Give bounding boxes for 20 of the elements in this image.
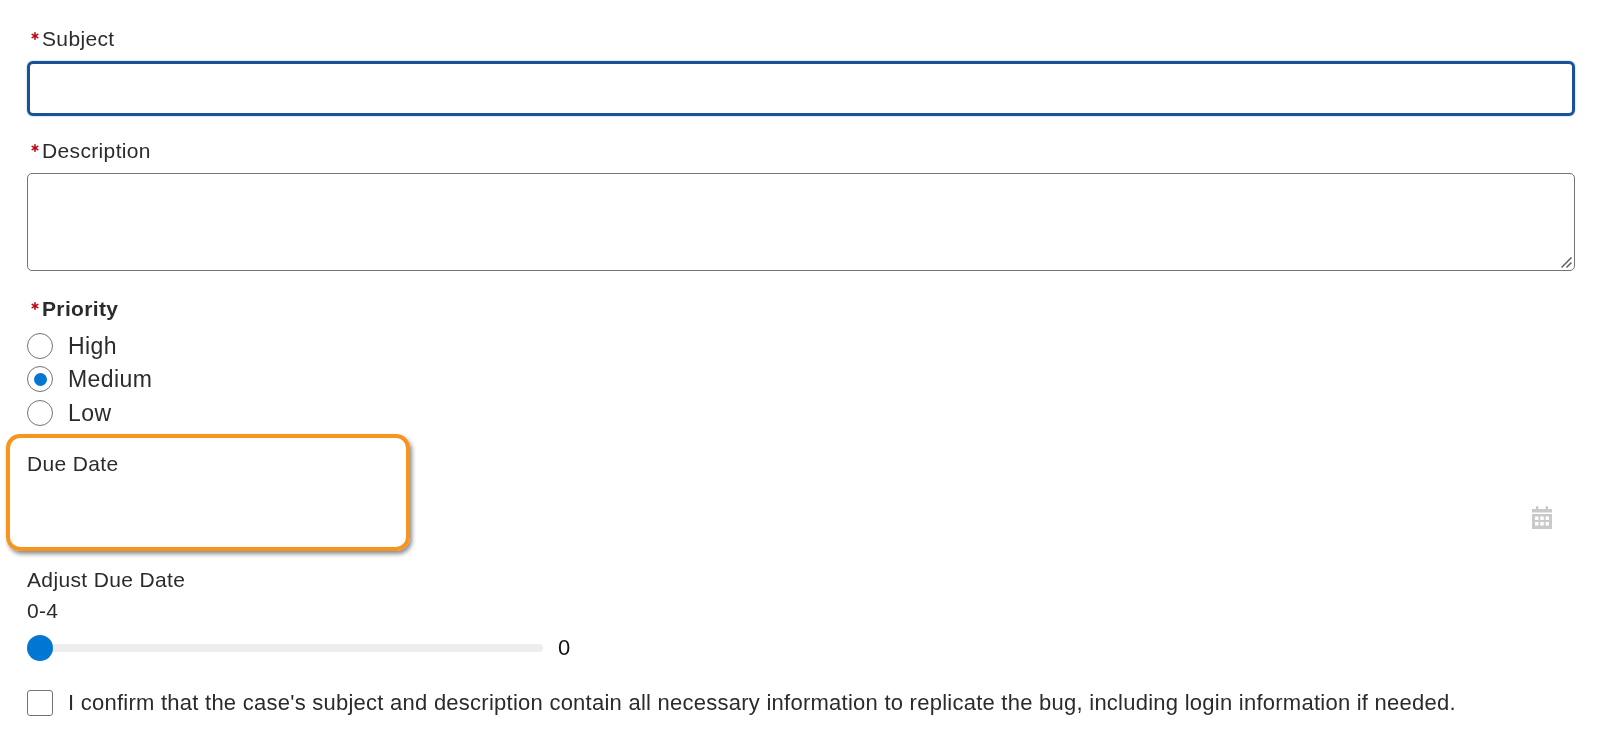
- radio-button[interactable]: [27, 399, 53, 426]
- radio-label[interactable]: Low: [68, 399, 112, 426]
- field-label: Subject: [42, 27, 115, 51]
- field-label: Description: [42, 139, 151, 163]
- range-text: 0-4: [27, 598, 59, 623]
- resize-grip-icon[interactable]: [1561, 257, 1572, 268]
- radio-button[interactable]: [27, 366, 53, 393]
- checkbox-label[interactable]: I confirm that the case's subject and description contain all necessary information to replicate the bug, including login information if needed.: [68, 689, 1456, 716]
- slider-thumb[interactable]: [27, 634, 53, 661]
- text-area[interactable]: [27, 173, 1575, 271]
- slider-track[interactable]: [27, 634, 543, 661]
- field-label: Adjust Due Date: [27, 567, 186, 592]
- radio-button[interactable]: [27, 332, 53, 359]
- radio-label[interactable]: Medium: [68, 366, 153, 393]
- slider-value: 0: [558, 634, 571, 661]
- text-input[interactable]: [27, 61, 1575, 116]
- field-label: Due Date: [27, 451, 119, 476]
- radio-label[interactable]: High: [68, 332, 117, 359]
- checkbox[interactable]: [27, 689, 53, 716]
- field-label: Priority: [42, 297, 119, 321]
